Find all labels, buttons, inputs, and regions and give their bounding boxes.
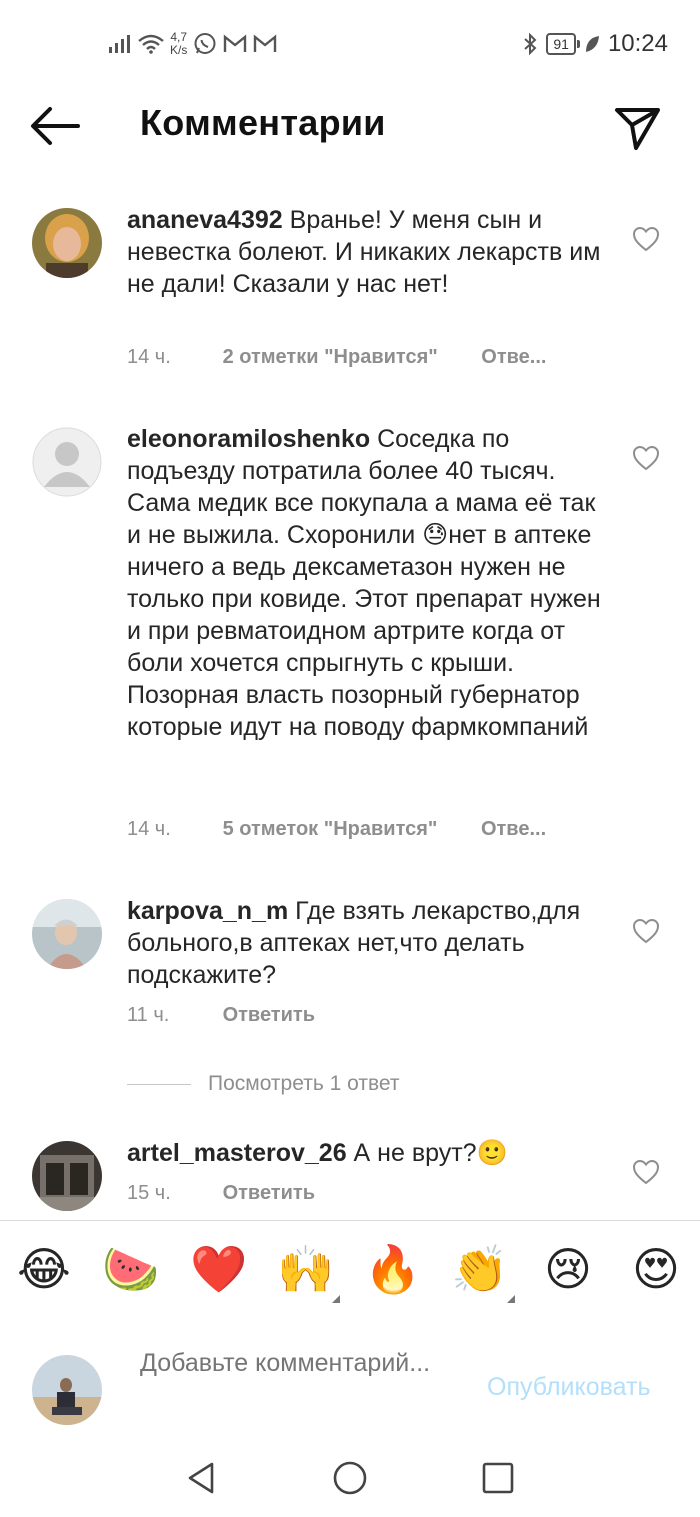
battery-icon: 91 [546, 33, 580, 55]
status-left: 4,7 K/s [108, 24, 277, 64]
comment-time: 11 ч. [127, 1004, 170, 1026]
comment-meta: 15 ч. Ответить [127, 1182, 315, 1205]
emoji-button[interactable]: ❤️ [189, 1239, 249, 1299]
like-heart-icon[interactable] [632, 1159, 660, 1185]
system-nav-bar [0, 1440, 700, 1517]
emoji-button[interactable]: 🙌 [276, 1239, 336, 1299]
comment-body: ananeva4392 Вранье! У меня сын и невестк… [127, 204, 607, 300]
gmail-icon [224, 34, 247, 52]
avatar[interactable] [32, 208, 102, 278]
bluetooth-icon [524, 32, 537, 56]
avatar[interactable] [32, 1141, 102, 1211]
reply-button[interactable]: Ответить [223, 1004, 315, 1026]
emoji-quick-bar: 😂 🍉 ❤️ 🙌 🔥 👏 😢 😍 [0, 1220, 700, 1316]
nav-recents-icon[interactable] [478, 1458, 518, 1498]
comment-meta: 14 ч. 2 отметки "Нравится" Отве... [127, 346, 546, 369]
status-bar: 4,7 K/s 91 10:24 [0, 0, 700, 88]
comment-text: нет в аптеке ничего а ведь дексаметазон … [127, 521, 601, 741]
emoji-button[interactable]: 😂 [14, 1239, 74, 1299]
clock: 10:24 [607, 30, 668, 57]
comment-body: eleonoramiloshenko Соседка по подъезду п… [127, 423, 607, 743]
header: Комментарии [0, 88, 700, 168]
nav-back-icon[interactable] [182, 1458, 222, 1498]
like-heart-icon[interactable] [632, 445, 660, 471]
gmail-icon [254, 34, 277, 52]
emoji-button[interactable]: 🔥 [363, 1239, 423, 1299]
skin-tone-indicator [332, 1295, 340, 1303]
comment-username[interactable]: ananeva4392 [127, 206, 283, 234]
speed-unit: K/s [170, 43, 188, 57]
signal-icon [109, 35, 130, 53]
view-replies-button[interactable]: Посмотреть 1 ответ [127, 1070, 399, 1098]
comment-meta: 11 ч. Ответить [127, 1004, 315, 1027]
comment-input[interactable] [140, 1347, 460, 1413]
comment-meta: 14 ч. 5 отметок "Нравится" Отве... [127, 818, 546, 841]
reply-button[interactable]: Отве... [481, 346, 546, 368]
like-heart-icon[interactable] [632, 918, 660, 944]
view-replies-label: Посмотреть 1 ответ [208, 1072, 400, 1095]
emoji-button[interactable]: 😢 [538, 1239, 598, 1299]
reply-button[interactable]: Ответить [223, 1182, 315, 1204]
like-heart-icon[interactable] [632, 226, 660, 252]
network-speed: 4,7 K/s [170, 31, 187, 57]
current-user-avatar [32, 1355, 102, 1425]
comment-time: 14 ч. [127, 818, 171, 840]
comment-time: 14 ч. [127, 346, 171, 368]
leaf-icon [585, 36, 599, 52]
wifi-icon [138, 34, 164, 54]
comment-emoji: 😓 [422, 521, 449, 549]
divider [127, 1083, 191, 1085]
publish-button[interactable]: Опубликовать [487, 1373, 650, 1402]
whatsapp-icon [194, 33, 216, 54]
comment-time: 15 ч. [127, 1182, 171, 1204]
comment-body: karpova_n_m Где взять лекарство,для боль… [127, 895, 607, 991]
back-button[interactable] [28, 104, 82, 148]
emoji-button[interactable]: 😍 [626, 1239, 686, 1299]
page-title: Комментарии [140, 102, 386, 143]
comment-username[interactable]: eleonoramiloshenko [127, 425, 370, 453]
comment-likes[interactable]: 5 отметок "Нравится" [223, 818, 438, 841]
share-button[interactable] [612, 102, 662, 152]
send-icon [615, 108, 660, 150]
status-right: 91 10:24 [522, 24, 668, 64]
skin-tone-indicator [507, 1295, 515, 1303]
comment-composer: Опубликовать [0, 1315, 700, 1440]
comment-likes[interactable]: 2 отметки "Нравится" [223, 346, 438, 369]
comment-username[interactable]: karpova_n_m [127, 897, 288, 925]
reply-button[interactable]: Отве... [481, 818, 546, 840]
avatar[interactable] [32, 427, 102, 497]
comment-body: artel_masterov_26 А не врут?🙂 [127, 1137, 607, 1169]
emoji-button[interactable]: 👏 [450, 1239, 510, 1299]
comment-text: А не врут?🙂 [353, 1139, 508, 1167]
comment-username[interactable]: artel_masterov_26 [127, 1139, 347, 1167]
nav-home-icon[interactable] [330, 1458, 370, 1498]
avatar[interactable] [32, 899, 102, 969]
emoji-button[interactable]: 🍉 [101, 1239, 161, 1299]
back-arrow-icon [31, 107, 80, 145]
